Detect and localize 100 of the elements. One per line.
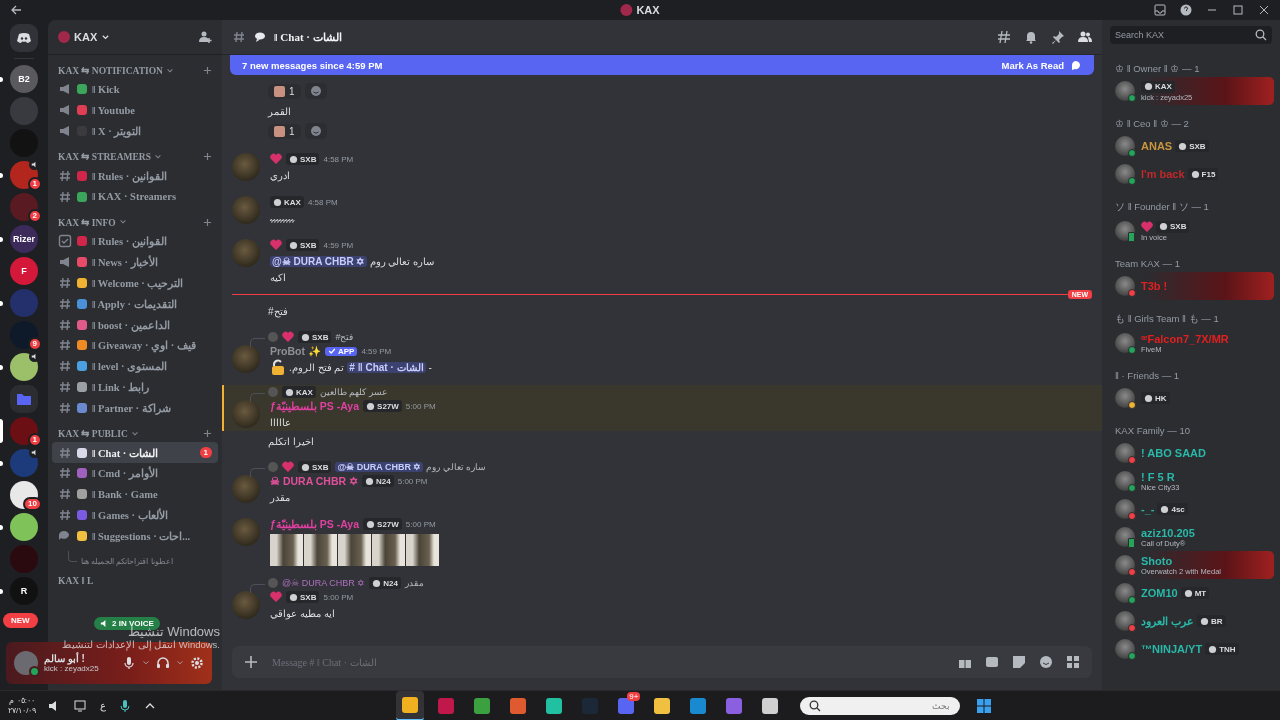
channel-item[interactable]: ‖ level · المستوى: [52, 355, 218, 377]
channel-item[interactable]: ‖ Youtube: [52, 99, 218, 121]
category-label[interactable]: KAX ⇆ INFO: [58, 217, 116, 228]
user-mention[interactable]: @☠ DURA CHBR ✡: [335, 462, 424, 472]
channel-item[interactable]: ‖ Partner · شراكة: [52, 397, 218, 419]
plus-icon[interactable]: [203, 152, 212, 162]
channel-item[interactable]: ‖ Suggestions · احات...: [52, 525, 218, 547]
reaction-chip[interactable]: 1: [268, 123, 301, 139]
category-label[interactable]: KAX ‖ L: [58, 576, 94, 587]
channel-item[interactable]: ‖ Games · الألعاب: [52, 504, 218, 526]
settings-icon[interactable]: [190, 656, 204, 670]
server-icon[interactable]: [10, 513, 38, 541]
search-field[interactable]: Search KAX: [1110, 26, 1272, 44]
server-icon[interactable]: R: [10, 577, 38, 605]
photo-placeholder[interactable]: [406, 534, 439, 566]
clock-time[interactable]: ٠٥:٠٠ م: [9, 695, 35, 706]
channel-item[interactable]: ‖ Welcome · الترحيب: [52, 272, 218, 294]
channel-item[interactable]: ‖ KAX · Streamers: [52, 186, 218, 207]
keyboard-language[interactable]: ع: [100, 700, 107, 711]
back-arrow-icon[interactable]: [10, 4, 22, 16]
microphone-icon[interactable]: [122, 656, 136, 670]
user-avatar[interactable]: [14, 651, 38, 675]
threads-icon[interactable]: [997, 30, 1011, 44]
windows-start-icon[interactable]: [976, 697, 993, 714]
server-folder[interactable]: [10, 385, 38, 413]
server-name[interactable]: KAX: [74, 31, 98, 43]
server-logo-icon: [620, 4, 633, 16]
photo-placeholder[interactable]: [372, 534, 405, 566]
category-label[interactable]: KAX ⇆ PUBLIC: [58, 428, 128, 440]
channel-item[interactable]: ‖ Cmd · الأوامر: [52, 462, 218, 484]
channel-item[interactable]: ‖ X · التويتر: [52, 120, 218, 142]
inbox-icon[interactable]: [1154, 4, 1166, 16]
server-tag: MT: [1180, 587, 1210, 599]
reaction-chip[interactable]: 1: [268, 83, 301, 99]
add-reaction-button[interactable]: [304, 83, 327, 99]
channel-item[interactable]: ‖ News · الأخبار: [52, 251, 218, 273]
close-icon[interactable]: [1258, 4, 1270, 16]
server-icon[interactable]: [10, 353, 38, 381]
clock-date[interactable]: ٢٧/١٠/٠٩: [8, 705, 37, 716]
member-avatar: [1115, 388, 1135, 408]
channel-item[interactable]: ‖ Giveaway · قيف · اوي: [52, 334, 218, 356]
channel-item[interactable]: ‖ Rules · القوانين: [52, 165, 218, 187]
channel-mention[interactable]: # ‖ Chat · الشات: [347, 361, 426, 373]
member-name: ™NINJA/YT: [1141, 643, 1203, 655]
plus-icon[interactable]: [203, 218, 212, 227]
pin-icon[interactable]: [1051, 30, 1065, 44]
mark-as-read-link[interactable]: Mark As Read: [1001, 59, 1064, 71]
server-icon[interactable]: [10, 321, 38, 349]
members-icon[interactable]: [1078, 30, 1092, 44]
network-icon[interactable]: [74, 698, 89, 713]
apps-icon[interactable]: [1066, 655, 1080, 669]
server-icon[interactable]: F: [10, 257, 38, 285]
channel-item[interactable]: ‖ Bank · Game: [52, 483, 218, 505]
discord-home-button[interactable]: [10, 24, 38, 52]
channel-item[interactable]: ‖ boost · الداعمين: [52, 314, 218, 335]
headphones-icon[interactable]: [156, 656, 170, 670]
plus-icon[interactable]: [203, 66, 212, 75]
member-item[interactable]: HK: [1110, 384, 1274, 412]
new-unreads-pill[interactable]: NEW: [3, 613, 38, 628]
category-label[interactable]: KAX ⇆ NOTIFICATION: [58, 65, 163, 76]
photo-placeholder[interactable]: [270, 534, 303, 566]
channel-item[interactable]: ‖ Apply · التقديمات: [52, 293, 218, 315]
photo-placeholder[interactable]: [304, 534, 337, 566]
message-author[interactable]: ProBot ✨: [270, 344, 321, 358]
reply-author[interactable]: @☠ DURA CHBR ✡: [282, 578, 366, 588]
help-icon[interactable]: [1180, 4, 1192, 16]
message-author[interactable]: ƒبلسطينيّة PS -Aya: [270, 400, 360, 412]
bell-icon[interactable]: [1024, 30, 1038, 44]
member-item[interactable]: ZOM10 MT: [1110, 579, 1274, 607]
member-item[interactable]: I'm back F15: [1110, 160, 1274, 188]
plus-icon[interactable]: [244, 655, 258, 669]
member-item[interactable]: ANAS SXB: [1110, 132, 1274, 160]
member-item[interactable]: ™NINJA/YT TNH: [1110, 635, 1274, 663]
emoji-icon[interactable]: [1039, 655, 1053, 669]
gif-icon[interactable]: [985, 655, 999, 669]
plus-icon[interactable]: [203, 429, 212, 439]
message-author[interactable]: ƒبلسطينيّة PS -Aya: [270, 518, 360, 530]
server-icon[interactable]: Rizer: [10, 225, 38, 253]
member-item[interactable]: -_- 4sc: [1110, 495, 1274, 523]
server-icon[interactable]: B2: [10, 65, 38, 93]
taskbar-search-field[interactable]: بحث: [800, 696, 961, 715]
message-author[interactable]: ☠ DURA CHBR ✡: [270, 475, 359, 487]
forum-post-link[interactable]: اعطونا اقتراحاتكم الجميله هنا: [81, 557, 173, 567]
channel-item[interactable]: ‖ Link · رابط: [52, 376, 218, 398]
new-messages-bar[interactable]: 7 new messages since 4:59 PM Mark As Read: [230, 55, 1094, 75]
user-mention[interactable]: @☠ DURA CHBR ✡: [270, 255, 367, 267]
channel-item[interactable]: ‖ Kick: [52, 79, 218, 100]
channel-item[interactable]: ‖ Rules · القوانين: [52, 231, 218, 252]
maximize-icon[interactable]: [1232, 4, 1244, 16]
chevron-down-icon[interactable]: [101, 32, 111, 42]
sticker-icon[interactable]: [1012, 655, 1026, 669]
category-label[interactable]: KAX ⇆ STREAMERS: [58, 151, 151, 163]
photo-placeholder[interactable]: [338, 534, 371, 566]
message-text: القمر: [268, 105, 291, 117]
mark-read-icon[interactable]: [1070, 59, 1082, 71]
taskbar-app-icon[interactable]: [396, 690, 425, 720]
add-member-icon[interactable]: [198, 30, 212, 44]
member-item[interactable]: ! ABO SAAD: [1110, 439, 1274, 467]
add-reaction-button[interactable]: [304, 123, 327, 139]
microphone-icon[interactable]: [118, 698, 133, 713]
